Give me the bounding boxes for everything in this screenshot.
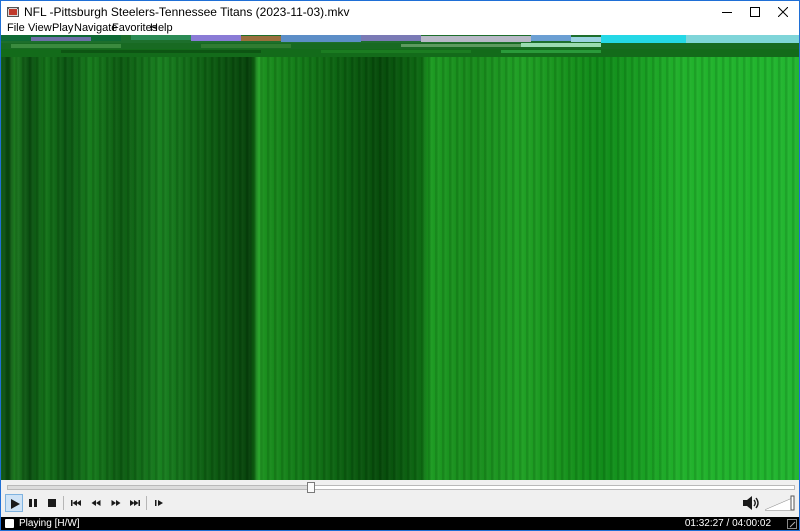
menu-view[interactable]: View	[28, 23, 52, 34]
skip-forward-icon	[130, 500, 140, 506]
menu-bar: File View Play Navigate Favorites Help	[1, 23, 799, 35]
previous-button[interactable]	[67, 494, 85, 512]
frame-step-button[interactable]	[150, 494, 168, 512]
title-bar[interactable]: NFL -Pittsburgh Steelers-Tennessee Titan…	[1, 1, 799, 23]
window-title: NFL -Pittsburgh Steelers-Tennessee Titan…	[24, 5, 350, 19]
minimize-button[interactable]	[713, 1, 741, 23]
menu-help[interactable]: Help	[150, 23, 173, 34]
video-glitch-band	[1, 35, 799, 57]
close-icon	[778, 7, 788, 17]
seek-bar[interactable]	[7, 485, 795, 490]
resize-grip-icon[interactable]	[787, 519, 797, 529]
close-button[interactable]	[769, 1, 797, 23]
pause-icon	[29, 499, 37, 507]
seek-handle[interactable]	[307, 482, 315, 493]
mpc-film-icon	[7, 7, 19, 17]
maximize-button[interactable]	[741, 1, 769, 23]
play-icon	[11, 499, 20, 509]
playback-controls	[1, 480, 799, 517]
menu-play[interactable]: Play	[52, 23, 73, 34]
rewind-icon	[91, 500, 101, 506]
video-frame	[1, 35, 799, 480]
skip-back-icon	[71, 500, 81, 506]
stop-button[interactable]	[43, 494, 61, 512]
play-button[interactable]	[5, 494, 23, 512]
playback-status: Playing [H/W]	[19, 518, 80, 529]
status-bar: Playing [H/W] 01:32:27 / 04:00:02	[1, 517, 799, 530]
next-button[interactable]	[126, 494, 144, 512]
menu-file[interactable]: File	[7, 23, 25, 34]
rewind-button[interactable]	[87, 494, 105, 512]
volume-slider[interactable]	[765, 495, 795, 511]
status-film-icon	[5, 519, 14, 528]
player-window: NFL -Pittsburgh Steelers-Tennessee Titan…	[0, 0, 800, 531]
toolbar-separator	[146, 496, 147, 510]
fast-forward-button[interactable]	[107, 494, 125, 512]
speaker-icon[interactable]	[741, 494, 761, 512]
seek-progress	[8, 486, 311, 489]
fast-forward-icon	[111, 500, 121, 506]
toolbar-separator	[63, 496, 64, 510]
pause-button[interactable]	[24, 494, 42, 512]
time-display[interactable]: 01:32:27 / 04:00:02	[685, 518, 771, 529]
video-area[interactable]	[1, 35, 799, 480]
frame-step-icon	[155, 500, 163, 506]
stop-icon	[48, 499, 56, 507]
minimize-icon	[722, 12, 732, 13]
maximize-icon	[750, 7, 760, 17]
menu-navigate[interactable]: Navigate	[74, 23, 117, 34]
